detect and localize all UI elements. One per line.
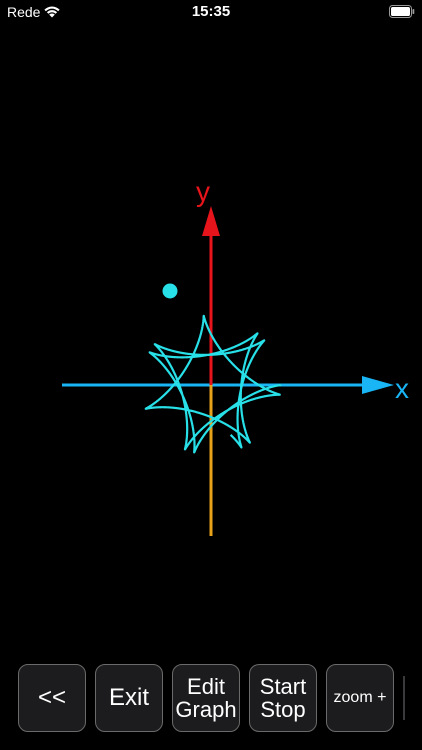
y-axis-arrowhead [202, 206, 220, 236]
edit-graph-button[interactable]: Edit Graph [172, 664, 240, 732]
back-button[interactable]: << [18, 664, 86, 732]
edit-graph-label-line1: Edit [187, 673, 225, 699]
start-stop-button[interactable]: Start Stop [249, 664, 317, 732]
exit-button[interactable]: Exit [95, 664, 163, 732]
exit-button-label: Exit [108, 684, 149, 712]
bottom-toolbar: << Exit Edit Graph Start Stop zoom + [0, 660, 422, 735]
zoom-in-button[interactable]: zoom + [326, 664, 394, 732]
start-stop-label-line2: Stop [260, 697, 306, 722]
edit-graph-label-line2: Graph [175, 697, 237, 722]
toolbar-overflow-edge [403, 676, 405, 720]
back-button-label: << [37, 684, 67, 712]
y-axis-label: y [196, 176, 210, 207]
start-stop-label-line1: Start [259, 673, 307, 699]
tracer-point [162, 283, 178, 299]
x-axis-label: x [395, 373, 409, 404]
zoom-in-label: zoom + [333, 688, 387, 706]
x-axis-arrowhead [362, 376, 394, 394]
graph-canvas[interactable]: x y [0, 0, 422, 750]
